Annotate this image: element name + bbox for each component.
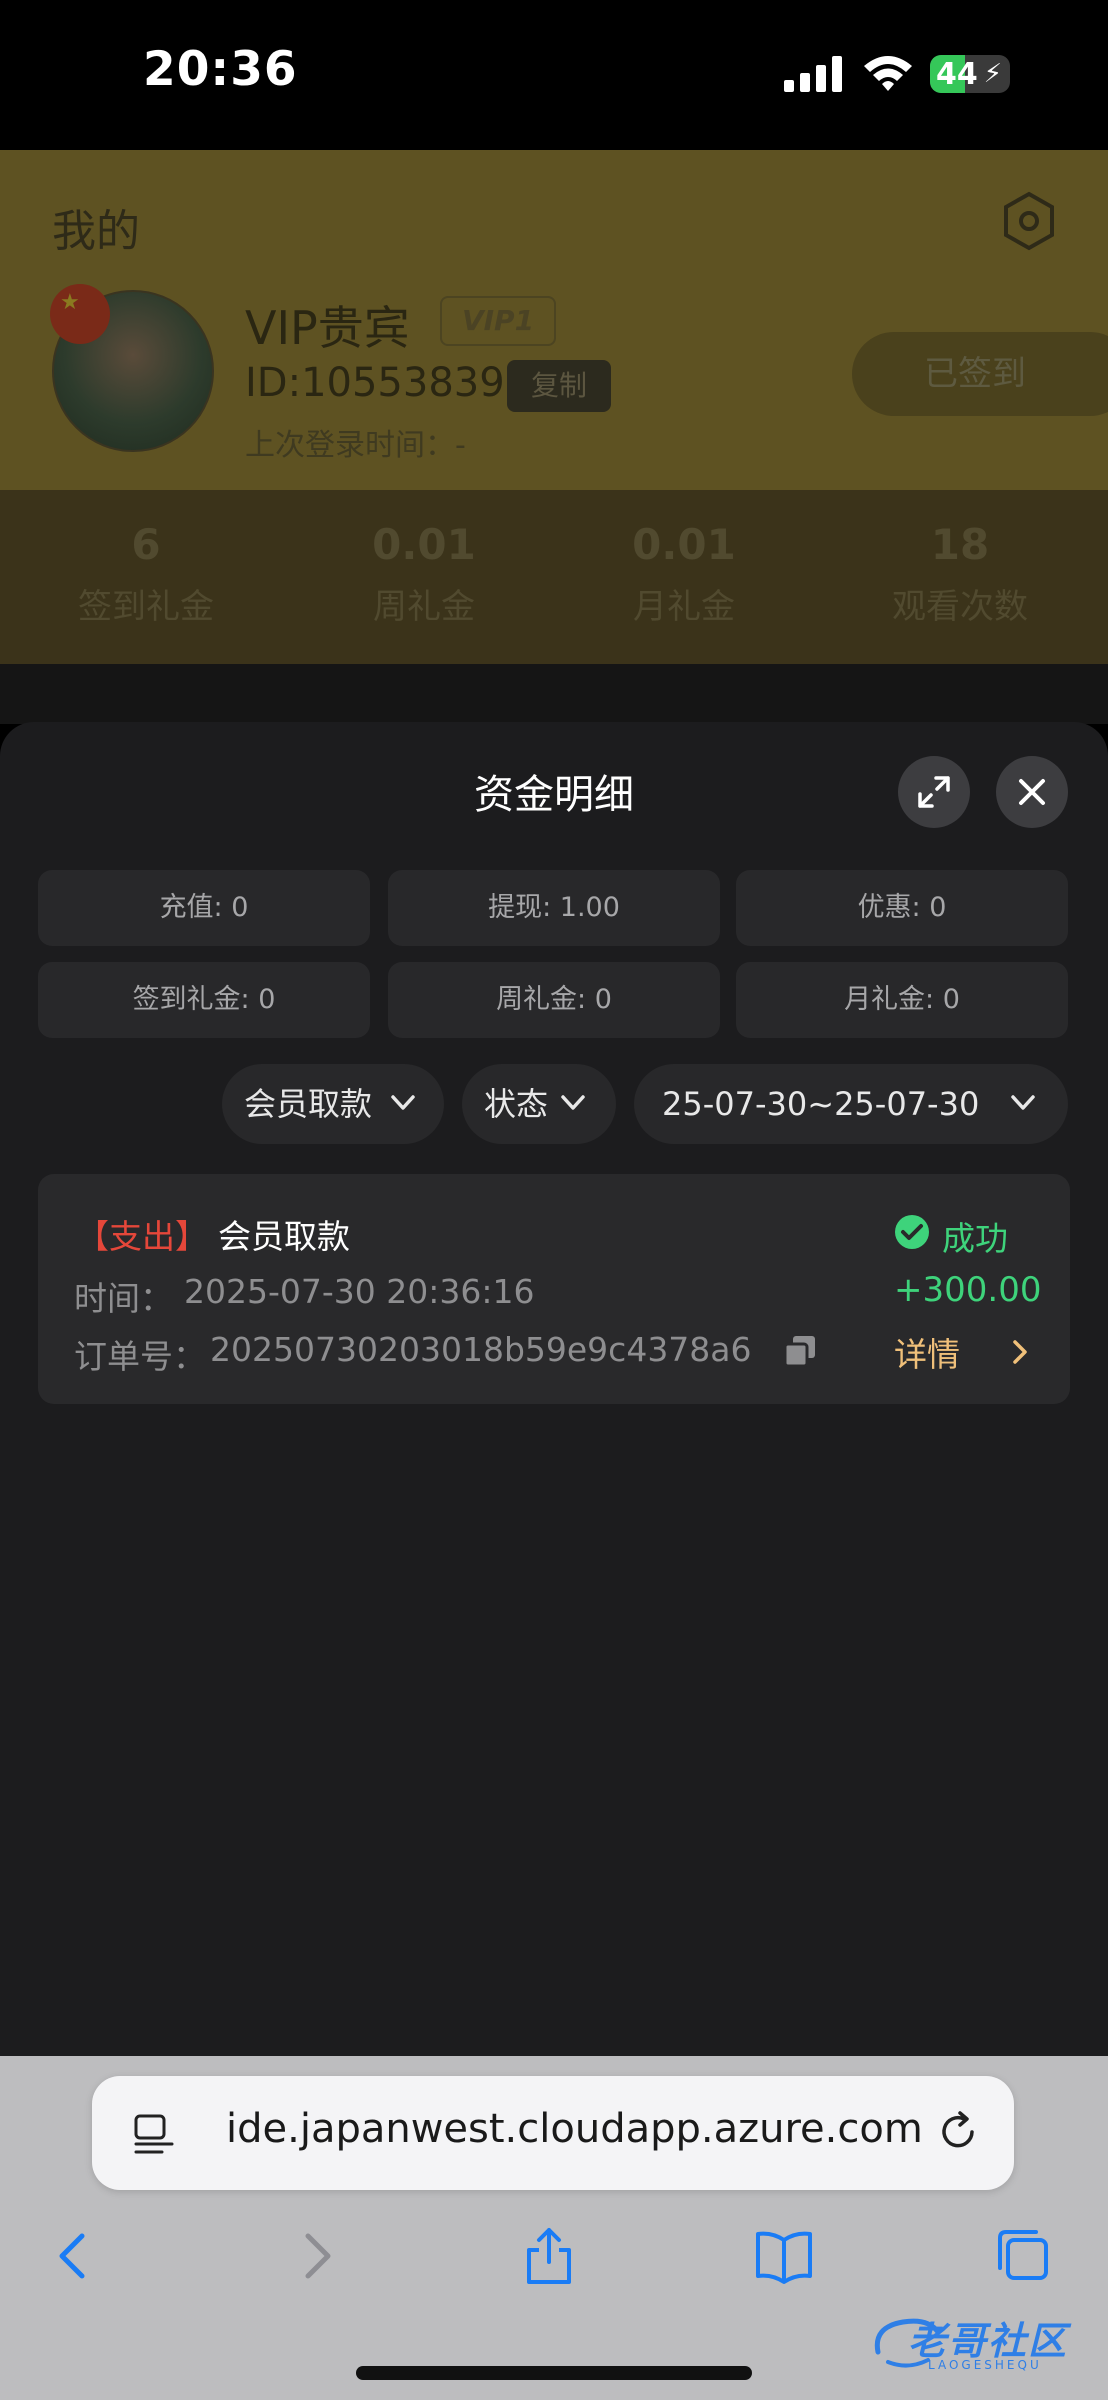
transaction-record[interactable]: 【支出】 会员取款 时间： 2025-07-30 20:36:16 订单号： 2… — [38, 1174, 1070, 1404]
type-filter-dropdown[interactable]: 会员取款 — [222, 1064, 444, 1144]
page-title: 我的 — [52, 206, 140, 257]
chevron-down-icon — [391, 1095, 415, 1110]
watermark-subtext: LAOGESHEQU — [928, 2358, 1042, 2372]
country-flag-icon: ★ — [50, 284, 110, 344]
tabs-icon[interactable] — [990, 2224, 1054, 2288]
watermark-logo: 老哥社区 LAOGESHEQU — [868, 2306, 1098, 2386]
stat-watch-count: 18 观看次数 — [822, 520, 1098, 628]
copy-icon[interactable] — [783, 1334, 817, 1368]
stat-value: 6 — [131, 520, 161, 569]
record-type-tag: 【支出】 — [76, 1217, 208, 1256]
type-filter-label: 会员取款 — [244, 1085, 373, 1123]
bookmarks-icon[interactable] — [752, 2224, 816, 2288]
record-order-value: 20250730203018b59e9c4378a6 — [210, 1330, 752, 1369]
charging-bolt-icon: ⚡ — [983, 59, 1002, 89]
chevron-right-icon — [1013, 1340, 1027, 1364]
background-profile-page: 我的 ★ VIP贵宾 VIP1 ID:10553839 复制 上次登录时间：- … — [0, 150, 1108, 724]
funds-detail-sheet: 资金明细 充值: 0 提现: 1.00 优惠: 0 签到礼金: 0 周礼金: 0… — [0, 722, 1108, 2056]
stat-weekly-bonus: 0.01 周礼金 — [286, 520, 562, 628]
summary-recharge: 充值: 0 — [38, 870, 370, 946]
record-time-label: 时间： — [74, 1279, 173, 1318]
settings-gear-icon — [1004, 191, 1054, 251]
record-order-label: 订单号： — [74, 1337, 206, 1376]
chevron-down-icon — [561, 1095, 585, 1110]
success-check-icon — [895, 1215, 929, 1249]
stat-monthly-bonus: 0.01 月礼金 — [546, 520, 822, 628]
vip-badge: VIP1 — [440, 296, 556, 346]
stat-label: 月礼金 — [633, 587, 735, 627]
forward-icon[interactable] — [284, 2224, 348, 2288]
close-button[interactable] — [996, 756, 1068, 828]
cellular-signal-icon — [784, 56, 842, 92]
close-icon — [1019, 779, 1045, 805]
date-range-filter-dropdown[interactable]: 25-07-30~25-07-30 — [634, 1064, 1068, 1144]
stat-label: 签到礼金 — [78, 587, 214, 627]
status-time: 20:36 — [143, 42, 298, 97]
stat-value: 0.01 — [372, 520, 476, 569]
summary-discount: 优惠: 0 — [736, 870, 1068, 946]
address-bar[interactable]: ide.japanwest.cloudapp.azure.com — [92, 2076, 1014, 2190]
summary-checkin-bonus: 签到礼金: 0 — [38, 962, 370, 1038]
background-divider — [0, 664, 1108, 724]
wifi-icon — [864, 56, 912, 91]
record-amount: +300.00 — [894, 1270, 1042, 1310]
user-name: VIP贵宾 — [245, 301, 410, 355]
expand-button[interactable] — [898, 756, 970, 828]
status-filter-label: 状态 — [484, 1085, 549, 1123]
status-filter-dropdown[interactable]: 状态 — [462, 1064, 616, 1144]
back-icon[interactable] — [42, 2224, 106, 2288]
signed-in-button[interactable]: 已签到 — [852, 332, 1108, 416]
browser-toolbar: ide.japanwest.cloudapp.azure.com 老哥社区 LA… — [0, 2056, 1108, 2400]
stat-label: 观看次数 — [892, 587, 1028, 627]
watermark-text: 老哥社区 — [908, 2319, 1069, 2363]
battery-icon: 44 ⚡ — [930, 55, 1010, 93]
stat-checkin-bonus: 6 签到礼金 — [8, 520, 284, 628]
record-time-value: 2025-07-30 20:36:16 — [184, 1272, 535, 1311]
url-text: ide.japanwest.cloudapp.azure.com — [226, 2106, 923, 2152]
status-bar: 20:36 44 ⚡ — [0, 0, 1108, 150]
record-detail-link[interactable]: 详情 — [894, 1328, 960, 1376]
copy-id-button[interactable]: 复制 — [507, 360, 611, 412]
summary-withdraw: 提现: 1.00 — [388, 870, 720, 946]
expand-icon — [918, 776, 950, 808]
record-status: 成功 — [942, 1219, 1008, 1258]
stat-value: 18 — [930, 520, 990, 569]
stats-row: 6 签到礼金 0.01 周礼金 0.01 月礼金 18 观看次数 — [0, 490, 1108, 664]
stat-value: 0.01 — [632, 520, 736, 569]
date-range-label: 25-07-30~25-07-30 — [662, 1085, 980, 1123]
page-menu-icon[interactable] — [132, 2112, 176, 2156]
user-id: ID:10553839 — [245, 360, 505, 406]
last-login-text: 上次登录时间：- — [245, 428, 466, 463]
stat-label: 周礼金 — [373, 587, 475, 627]
summary-weekly-bonus: 周礼金: 0 — [388, 962, 720, 1038]
summary-monthly-bonus: 月礼金: 0 — [736, 962, 1068, 1038]
share-icon[interactable] — [517, 2224, 581, 2288]
home-indicator — [356, 2366, 752, 2380]
chevron-down-icon — [1011, 1095, 1035, 1110]
battery-level: 44 — [936, 57, 978, 92]
profile-header: 我的 ★ VIP贵宾 VIP1 ID:10553839 复制 上次登录时间：- … — [0, 150, 1108, 490]
reload-icon[interactable] — [934, 2108, 982, 2156]
record-title: 会员取款 — [218, 1217, 350, 1256]
